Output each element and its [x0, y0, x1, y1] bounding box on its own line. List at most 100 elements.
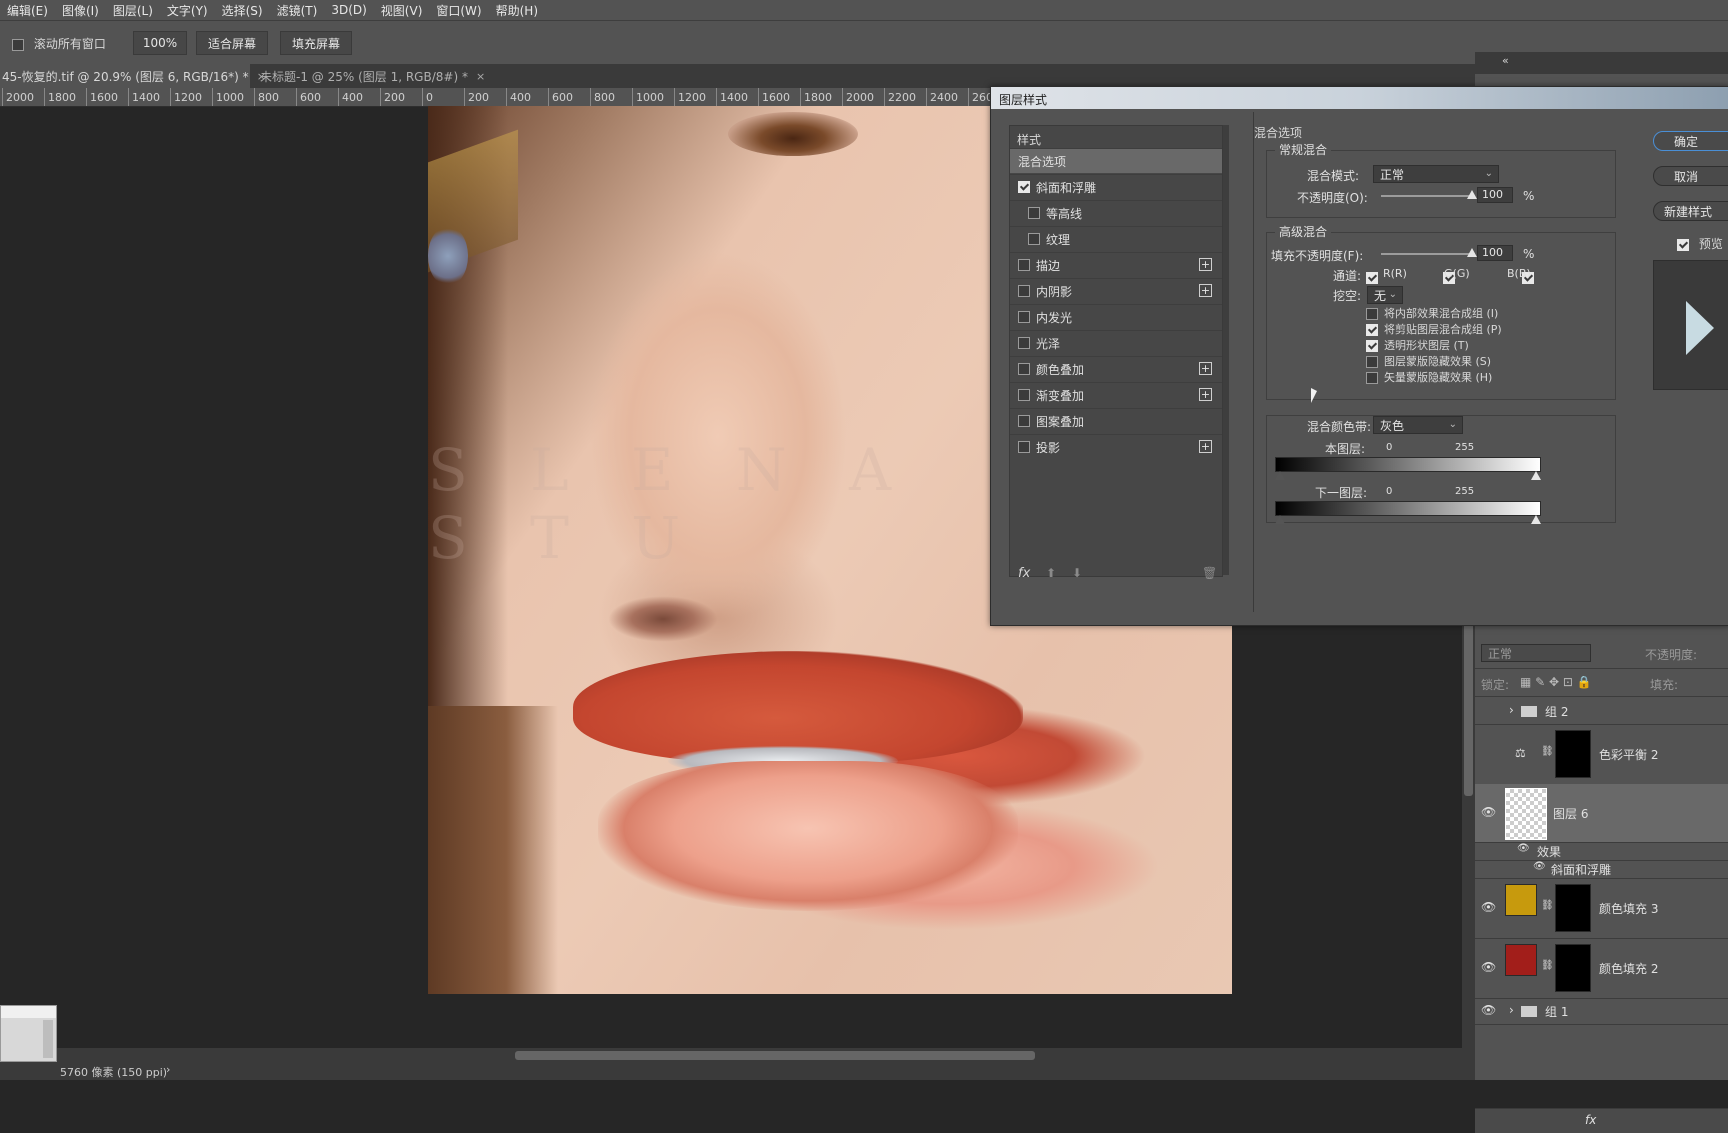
horizontal-scrollbar[interactable]: [0, 1048, 1462, 1062]
layer-mask-thumbnail[interactable]: [1555, 944, 1591, 992]
style-checkbox[interactable]: [1018, 311, 1030, 323]
fx-icon[interactable]: fx: [1018, 566, 1030, 581]
mini-window-scrollbar[interactable]: [43, 1020, 53, 1058]
scroll-all-checkbox[interactable]: [12, 38, 24, 51]
menu-item[interactable]: 选择(S): [215, 2, 270, 19]
advanced-option[interactable]: 将内部效果混合成组 (I): [1366, 305, 1498, 321]
style-item[interactable]: 混合选项: [1010, 148, 1222, 173]
zoom-level-button[interactable]: 100%: [133, 31, 187, 55]
fill-color-swatch[interactable]: [1505, 944, 1537, 976]
advanced-option-checkbox[interactable]: [1366, 307, 1378, 320]
style-checkbox[interactable]: [1018, 389, 1030, 401]
scroll-all-windows-option[interactable]: 滚动所有窗口: [12, 35, 106, 52]
style-checkbox[interactable]: [1018, 259, 1030, 271]
cancel-button[interactable]: 取消: [1653, 166, 1728, 186]
opacity-slider-thumb[interactable]: [1467, 190, 1477, 199]
tab-active-document[interactable]: 45-恢复的.tif @ 20.9% (图层 6, RGB/16*) * ×: [0, 64, 266, 88]
visibility-eye-icon[interactable]: 👁: [1481, 1003, 1496, 1017]
ok-button[interactable]: 确定: [1653, 131, 1728, 151]
style-item[interactable]: 纹理: [1010, 226, 1222, 251]
layer-row[interactable]: 👁 效果: [1475, 842, 1728, 861]
style-item[interactable]: 内阴影 +: [1010, 278, 1222, 303]
advanced-option-checkbox[interactable]: [1366, 323, 1378, 336]
advanced-option[interactable]: 将剪贴图层混合成组 (P): [1366, 321, 1502, 337]
link-icon[interactable]: ⛓: [1541, 960, 1554, 971]
fill-opacity-slider-thumb[interactable]: [1467, 248, 1477, 257]
new-style-button[interactable]: 新建样式: [1653, 201, 1728, 221]
knockout-select[interactable]: 无 ⌄: [1367, 286, 1403, 304]
advanced-option-checkbox[interactable]: [1366, 339, 1378, 352]
underlying-white-slider[interactable]: [1531, 515, 1541, 524]
layer-row[interactable]: 👁 ⛓ 颜色填充 2: [1475, 938, 1728, 999]
lock-icons[interactable]: ▦ ✎ ✥ ⊡ 🔒: [1520, 675, 1592, 689]
style-checkbox[interactable]: [1018, 441, 1030, 453]
advanced-option[interactable]: 矢量蒙版隐藏效果 (H): [1366, 369, 1492, 385]
fill-screen-button[interactable]: 填充屏幕: [280, 31, 352, 55]
move-down-icon[interactable]: ⬇: [1072, 566, 1082, 580]
collapse-icon[interactable]: «: [1502, 54, 1509, 67]
panel-collapse-bar[interactable]: «: [1475, 52, 1728, 74]
visibility-eye-icon[interactable]: 👁: [1517, 843, 1530, 854]
menu-item[interactable]: 窗口(W): [429, 2, 488, 19]
layer-thumbnail[interactable]: [1505, 788, 1547, 840]
layer-row[interactable]: 👁 图层 6: [1475, 784, 1728, 843]
style-checkbox[interactable]: [1018, 415, 1030, 427]
scrollbar-thumb[interactable]: [1464, 606, 1473, 796]
style-item[interactable]: 等高线: [1010, 200, 1222, 225]
add-effect-icon[interactable]: +: [1199, 440, 1212, 453]
layer-row[interactable]: ⚖ ⛓ 色彩平衡 2: [1475, 724, 1728, 785]
add-effect-icon[interactable]: +: [1199, 284, 1212, 297]
layer-row[interactable]: 👁 斜面和浮雕: [1475, 860, 1728, 879]
visibility-eye-icon[interactable]: 👁: [1481, 900, 1496, 914]
style-checkbox[interactable]: [1018, 285, 1030, 297]
link-icon[interactable]: ⛓: [1541, 746, 1554, 757]
menu-item[interactable]: 图层(L): [106, 2, 160, 19]
style-item[interactable]: 内发光: [1010, 304, 1222, 329]
tab-untitled-document[interactable]: 未标题-1 @ 25% (图层 1, RGB/8#) * ×: [252, 64, 485, 88]
underlying-black-slider[interactable]: [1275, 515, 1285, 524]
layer-mask-thumbnail[interactable]: [1555, 730, 1591, 778]
advanced-option[interactable]: 图层蒙版隐藏效果 (S): [1366, 353, 1491, 369]
visibility-eye-icon[interactable]: 👁: [1481, 805, 1496, 819]
style-item[interactable]: 图案叠加: [1010, 408, 1222, 433]
menu-item[interactable]: 视图(V): [374, 2, 430, 19]
chevron-right-icon[interactable]: ›: [166, 1063, 170, 1076]
style-checkbox[interactable]: [1018, 363, 1030, 375]
channel-r-checkbox[interactable]: [1366, 271, 1378, 284]
close-icon[interactable]: ×: [476, 70, 485, 83]
trash-icon[interactable]: 🗑: [1202, 566, 1217, 580]
style-item[interactable]: 渐变叠加 +: [1010, 382, 1222, 407]
fill-opacity-slider[interactable]: [1381, 253, 1473, 255]
menu-item[interactable]: 文字(Y): [160, 2, 215, 19]
add-effect-icon[interactable]: +: [1199, 258, 1212, 271]
link-icon[interactable]: ⛓: [1541, 900, 1554, 911]
opacity-input[interactable]: 100: [1477, 187, 1513, 203]
scrollbar-thumb[interactable]: [515, 1051, 1035, 1060]
styles-scrollbar[interactable]: [1223, 125, 1229, 575]
dialog-titlebar[interactable]: 图层样式: [991, 87, 1728, 109]
layer-row[interactable]: 👁 › 组 1: [1475, 998, 1728, 1025]
style-checkbox[interactable]: [1018, 337, 1030, 349]
chevron-right-icon[interactable]: ›: [1509, 703, 1514, 717]
preview-option[interactable]: 预览: [1677, 235, 1723, 252]
opacity-slider[interactable]: [1381, 195, 1473, 197]
style-item[interactable]: 描边 +: [1010, 252, 1222, 277]
style-checkbox[interactable]: [1018, 181, 1030, 193]
layer-blend-mode-select[interactable]: 正常: [1481, 644, 1591, 662]
add-effect-icon[interactable]: +: [1199, 362, 1212, 375]
layer-mask-thumbnail[interactable]: [1555, 884, 1591, 932]
visibility-eye-icon[interactable]: 👁: [1481, 960, 1496, 974]
menu-item[interactable]: 帮助(H): [489, 2, 545, 19]
fill-opacity-input[interactable]: 100: [1477, 245, 1513, 261]
style-checkbox[interactable]: [1028, 207, 1040, 219]
chevron-right-icon[interactable]: ›: [1509, 1003, 1514, 1017]
fit-screen-button[interactable]: 适合屏幕: [196, 31, 268, 55]
advanced-option-checkbox[interactable]: [1366, 355, 1378, 368]
layer-row[interactable]: › 组 2: [1475, 698, 1728, 725]
style-item[interactable]: 投影 +: [1010, 434, 1222, 459]
fill-color-swatch[interactable]: [1505, 884, 1537, 916]
menu-item[interactable]: 3D(D): [324, 3, 373, 17]
style-item[interactable]: 颜色叠加 +: [1010, 356, 1222, 381]
menu-item[interactable]: 图像(I): [55, 2, 106, 19]
advanced-option-checkbox[interactable]: [1366, 371, 1378, 384]
